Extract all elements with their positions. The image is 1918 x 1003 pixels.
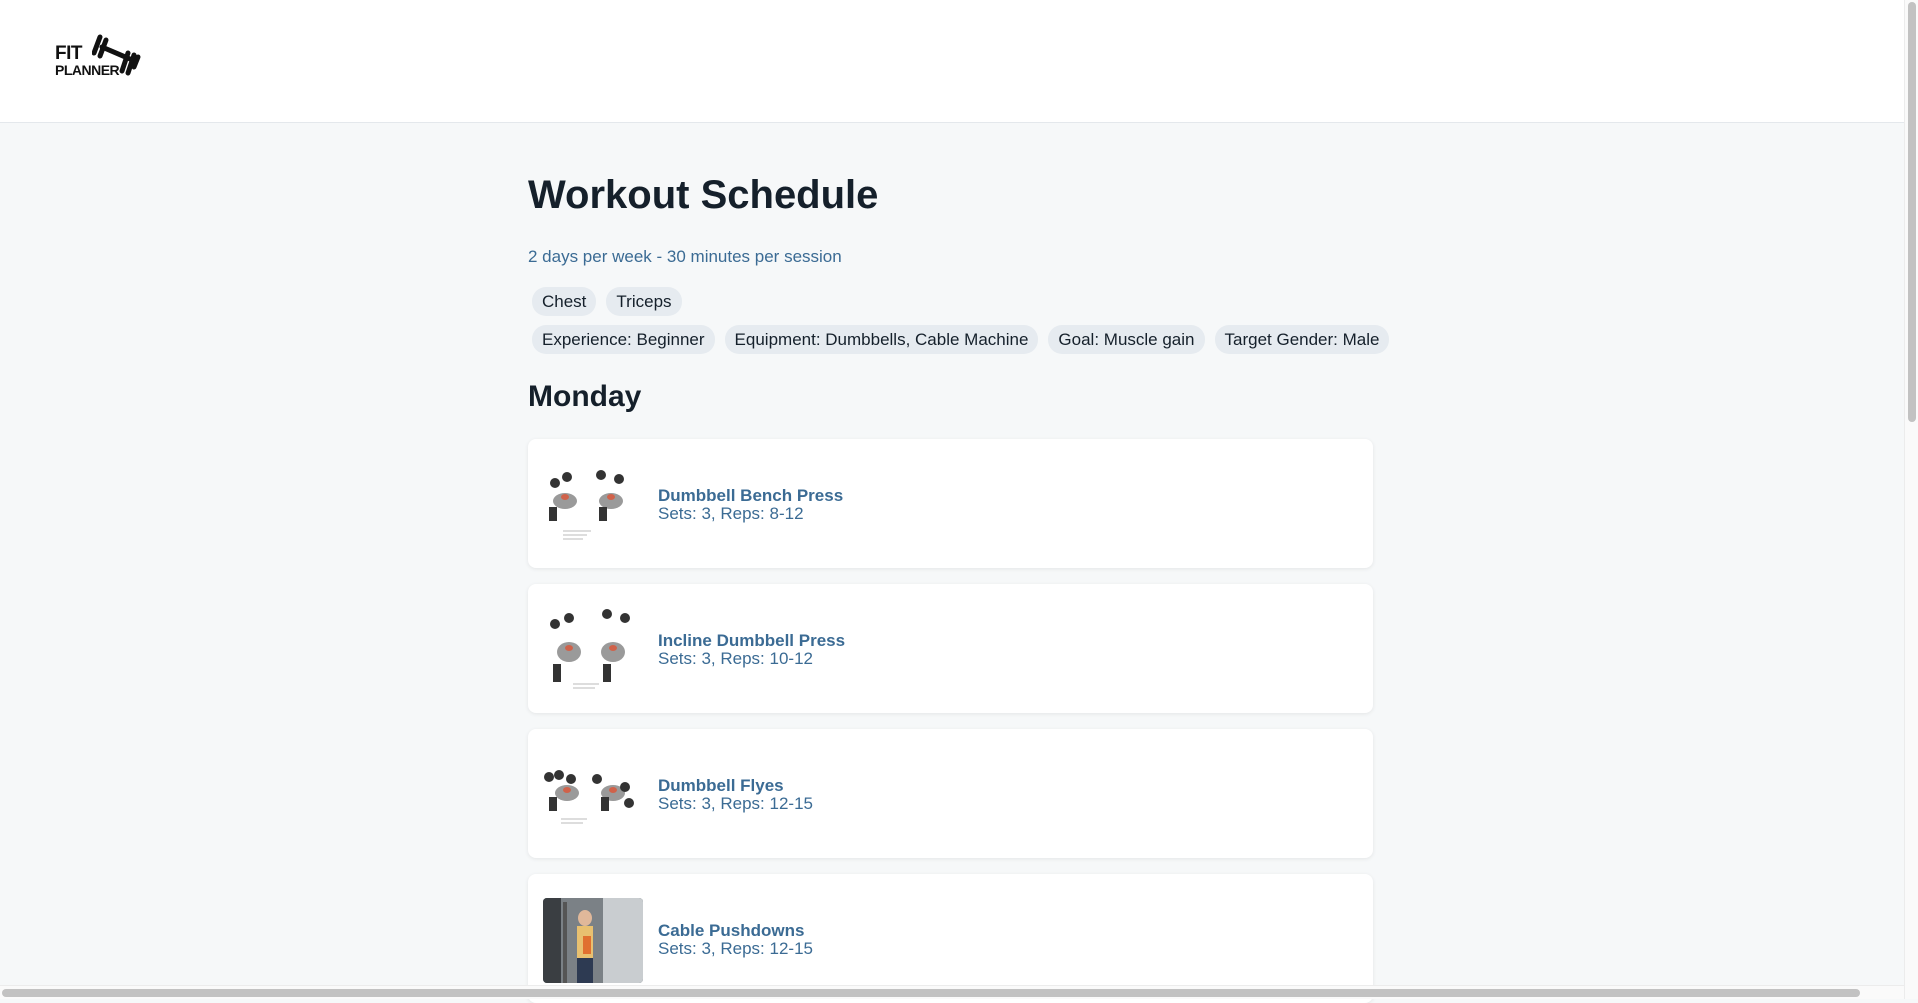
- exercise-name[interactable]: Cable Pushdowns: [658, 921, 813, 940]
- tag-chip: Triceps: [606, 287, 682, 316]
- exercise-image: [543, 753, 643, 838]
- equipment-tag: Equipment: Dumbbells, Cable Machine: [724, 325, 1039, 354]
- exercise-sets-reps: Sets: 3, Reps: 12-15: [658, 794, 813, 813]
- muscle-tags: Chest Triceps: [532, 287, 682, 316]
- vertical-scrollbar-thumb[interactable]: [1908, 2, 1916, 422]
- tag-chip: Chest: [532, 287, 597, 316]
- exercise-card[interactable]: Dumbbell Bench Press Sets: 3, Reps: 8-12: [528, 439, 1373, 568]
- schedule-summary: 2 days per week - 30 minutes per session: [528, 247, 842, 266]
- goal-tag: Goal: Muscle gain: [1048, 325, 1205, 354]
- dumbbell-icon: [92, 34, 141, 76]
- experience-tag: Experience: Beginner: [532, 325, 715, 354]
- exercise-sets-reps: Sets: 3, Reps: 12-15: [658, 939, 813, 958]
- day-heading: Monday: [528, 380, 642, 413]
- exercise-name[interactable]: Dumbbell Bench Press: [658, 486, 843, 505]
- page-title: Workout Schedule: [528, 173, 879, 217]
- exercise-image: [543, 463, 643, 548]
- exercise-image: [543, 898, 643, 983]
- fit-planner-logo[interactable]: FIT PLANNER: [54, 33, 144, 78]
- info-tags: Experience: Beginner Equipment: Dumbbell…: [532, 325, 1390, 354]
- exercise-sets-reps: Sets: 3, Reps: 10-12: [658, 649, 813, 668]
- horizontal-scrollbar-thumb[interactable]: [2, 989, 1860, 997]
- horizontal-scrollbar[interactable]: [0, 985, 1904, 999]
- top-header: FIT PLANNER: [0, 0, 1904, 123]
- vertical-scrollbar[interactable]: [1904, 0, 1918, 999]
- exercise-card[interactable]: Cable Pushdowns Sets: 3, Reps: 12-15: [528, 874, 1373, 1003]
- exercise-sets-reps: Sets: 3, Reps: 8-12: [658, 504, 804, 523]
- gender-tag: Target Gender: Male: [1214, 325, 1390, 354]
- exercise-card[interactable]: Dumbbell Flyes Sets: 3, Reps: 12-15: [528, 729, 1373, 858]
- exercise-name[interactable]: Incline Dumbbell Press: [658, 631, 845, 650]
- exercise-image: [543, 608, 643, 693]
- exercise-name[interactable]: Dumbbell Flyes: [658, 776, 813, 795]
- exercise-card[interactable]: Incline Dumbbell Press Sets: 3, Reps: 10…: [528, 584, 1373, 713]
